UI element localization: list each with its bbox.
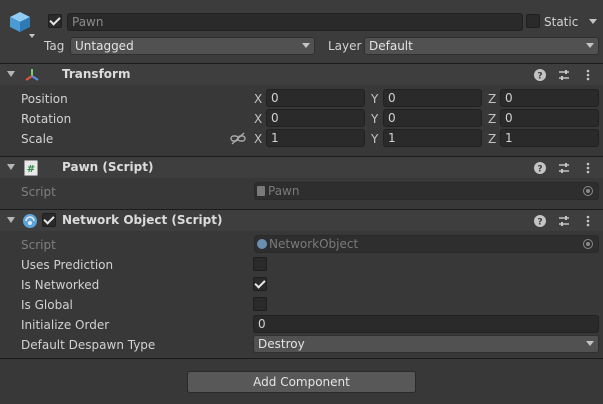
- position-x-field[interactable]: 0: [266, 89, 365, 107]
- axis-x-label[interactable]: X: [254, 111, 262, 127]
- despawn-type-dropdown[interactable]: Destroy: [253, 335, 599, 353]
- rotation-label: Rotation: [21, 112, 72, 126]
- is-global-checkbox[interactable]: [253, 297, 267, 311]
- cube-icon[interactable]: [8, 10, 32, 34]
- pawn-header-icons: ?: [533, 160, 595, 176]
- rotation-x-field[interactable]: 0: [266, 109, 365, 127]
- section-divider: [0, 358, 603, 359]
- axis-y-label[interactable]: Y: [371, 131, 378, 147]
- static-label: Static: [544, 15, 579, 29]
- icon-dropdown-arrow[interactable]: [29, 34, 35, 38]
- kebab-menu-icon[interactable]: [581, 68, 595, 82]
- pawn-script-value: Pawn: [268, 184, 300, 198]
- network-script-label: Script: [21, 238, 56, 252]
- network-object-header[interactable]: Network Object (Script) ?: [0, 209, 603, 231]
- chevron-down-icon: [302, 43, 310, 48]
- scale-x-field[interactable]: 1: [266, 129, 365, 147]
- help-icon[interactable]: ?: [533, 68, 547, 82]
- transform-header-icons: ?: [533, 67, 595, 83]
- initialize-order-label: Initialize Order: [21, 318, 110, 332]
- transform-title: Transform: [62, 67, 131, 81]
- axis-x-label[interactable]: X: [254, 131, 262, 147]
- scale-label: Scale: [21, 132, 54, 146]
- help-icon[interactable]: ?: [533, 161, 547, 175]
- pawn-script-header[interactable]: # Pawn (Script) ?: [0, 156, 603, 178]
- tag-label: Tag: [44, 39, 65, 53]
- transform-header[interactable]: Transform ?: [0, 63, 603, 85]
- chevron-down-icon: [586, 43, 594, 48]
- foldout-arrow[interactable]: [7, 164, 15, 170]
- network-script-value: NetworkObject: [269, 237, 359, 251]
- is-networked-checkbox[interactable]: [253, 277, 267, 291]
- constrain-proportions-icon[interactable]: [230, 132, 246, 146]
- static-dropdown-arrow[interactable]: [589, 19, 597, 24]
- position-y-field[interactable]: 0: [383, 89, 482, 107]
- object-picker-icon[interactable]: [583, 239, 593, 249]
- tag-dropdown[interactable]: Untagged: [70, 37, 315, 55]
- object-picker-icon[interactable]: [583, 186, 593, 196]
- presets-icon[interactable]: [557, 68, 571, 82]
- kebab-menu-icon[interactable]: [581, 214, 595, 228]
- csharp-script-icon: #: [24, 160, 38, 176]
- kebab-menu-icon[interactable]: [581, 161, 595, 175]
- static-checkbox[interactable]: [526, 14, 540, 28]
- network-object-enabled-checkbox[interactable]: [42, 213, 56, 227]
- network-object-small-icon: [257, 239, 267, 249]
- is-networked-label: Is Networked: [21, 278, 100, 292]
- scale-z-field[interactable]: 1: [500, 129, 599, 147]
- axis-z-label[interactable]: Z: [488, 91, 496, 107]
- transform-axes-icon: [24, 67, 40, 83]
- layer-label: Layer: [328, 39, 362, 53]
- active-checkbox[interactable]: [48, 14, 62, 28]
- pawn-script-title: Pawn (Script): [62, 160, 154, 174]
- tag-value: Untagged: [75, 39, 134, 53]
- uses-prediction-label: Uses Prediction: [21, 258, 114, 272]
- transform-body: Position X 0 Y 0 Z 0 Rotation X 0 Y 0 Z …: [0, 86, 603, 158]
- svg-text:?: ?: [537, 165, 542, 175]
- script-file-icon: [257, 186, 265, 196]
- axis-z-label[interactable]: Z: [488, 131, 496, 147]
- despawn-type-label: Default Despawn Type: [21, 338, 156, 352]
- presets-icon[interactable]: [557, 214, 571, 228]
- position-z-field[interactable]: 0: [500, 89, 599, 107]
- help-icon[interactable]: ?: [533, 214, 547, 228]
- scale-y-field[interactable]: 1: [383, 129, 482, 147]
- pawn-script-label: Script: [21, 185, 56, 199]
- rotation-z-field[interactable]: 0: [500, 109, 599, 127]
- network-header-icons: ?: [533, 213, 595, 229]
- network-object-title: Network Object (Script): [62, 213, 223, 227]
- is-global-label: Is Global: [21, 298, 73, 312]
- chevron-down-icon: [586, 341, 594, 346]
- add-component-button[interactable]: Add Component: [187, 371, 416, 393]
- svg-text:#: #: [27, 164, 35, 175]
- name-field[interactable]: Pawn: [67, 13, 523, 31]
- foldout-arrow[interactable]: [7, 71, 15, 77]
- initialize-order-field[interactable]: 0: [253, 315, 599, 333]
- layer-dropdown[interactable]: Default: [364, 37, 599, 55]
- despawn-type-value: Destroy: [258, 337, 305, 351]
- rotation-y-field[interactable]: 0: [383, 109, 482, 127]
- axis-y-label[interactable]: Y: [371, 91, 378, 107]
- uses-prediction-checkbox[interactable]: [253, 257, 267, 271]
- presets-icon[interactable]: [557, 161, 571, 175]
- svg-text:?: ?: [537, 218, 542, 228]
- axis-x-label[interactable]: X: [254, 91, 262, 107]
- axis-z-label[interactable]: Z: [488, 111, 496, 127]
- foldout-arrow[interactable]: [7, 217, 15, 223]
- layer-value: Default: [369, 39, 413, 53]
- svg-text:?: ?: [537, 72, 542, 82]
- position-label: Position: [21, 92, 68, 106]
- network-object-icon: [22, 213, 38, 229]
- pawn-script-field[interactable]: Pawn: [254, 182, 599, 200]
- axis-y-label[interactable]: Y: [371, 111, 378, 127]
- gameobject-header: Pawn Static Tag Untagged Layer Default: [0, 0, 603, 62]
- network-script-field[interactable]: NetworkObject: [254, 235, 599, 253]
